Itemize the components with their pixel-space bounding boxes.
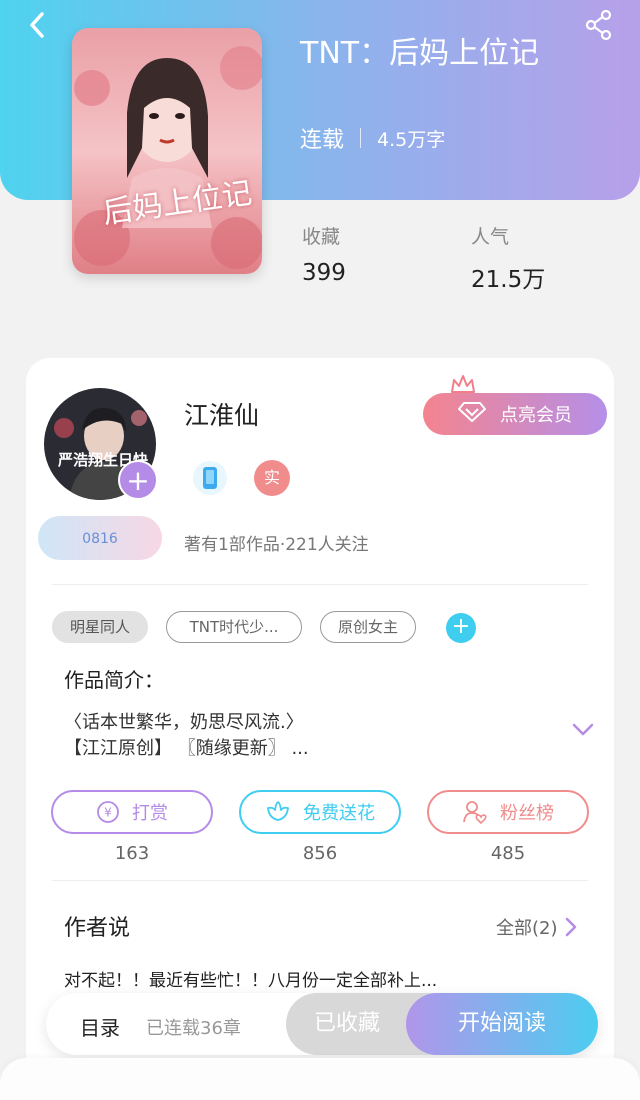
tag-item[interactable]: TNT时代少... [166,611,302,643]
fan-ranking-button[interactable]: 粉丝榜 [427,790,589,834]
fan-badge: 0816 [38,516,162,560]
author-say-all-label: 全部(2) [496,918,558,939]
diamond-icon [458,401,486,428]
svg-text:¥: ¥ [104,806,112,820]
divider [52,584,588,585]
chapter-count[interactable]: 已连载36章 [146,1014,241,1040]
chevron-down-icon [572,723,594,736]
vip-button[interactable]: 点亮会员 [423,393,607,435]
share-button[interactable] [582,8,616,42]
tag-item[interactable]: 明星同人 [52,611,148,643]
word-count: 4.5万字 [377,128,446,151]
chevron-right-icon [564,917,578,937]
catalog-button[interactable]: 目录 [80,1012,120,1041]
book-status-row: 连载 4.5万字 [300,122,445,154]
real-name-badge: 实 [254,460,290,496]
serial-status: 连载 [300,128,345,153]
cover-image [72,28,262,274]
follow-author-button[interactable]: + [118,460,158,500]
tip-button-label: 打赏 [132,803,168,824]
intro-title: 作品简介： [64,668,164,692]
fan-ranking-label: 粉丝榜 [500,803,554,824]
start-reading-button[interactable]: 开始阅读 [406,993,598,1055]
book-title: TNT：后妈上位记 [300,36,540,71]
tip-button[interactable]: ¥ 打赏 [51,790,213,834]
intro-line-2: 【江江原创】 〖随缘更新〗 ... [64,738,309,759]
author-say-text[interactable]: 对不起！！最近有些忙！！八月份一定全部补上... [64,966,437,991]
chevron-left-icon [30,12,44,38]
expand-intro-button[interactable] [572,722,594,738]
send-flower-button[interactable]: 免费送花 [239,790,401,834]
favorites-value: 399 [302,260,346,286]
author-meta: 著有1部作品·221人关注 [184,535,369,555]
fan-count: 485 [490,843,526,864]
tip-count: 163 [114,843,150,864]
tag-item[interactable]: 原创女主 [320,611,416,643]
phone-verified-badge [192,460,228,496]
popularity-label: 人气 [471,226,510,248]
back-button[interactable] [22,8,56,42]
author-say-all-link[interactable]: 全部(2) [496,914,578,940]
flower-icon [265,800,291,824]
bottom-sheet-edge [0,1058,640,1100]
popularity-value: 21.5万 [471,267,546,293]
favorites-label: 收藏 [302,226,341,248]
add-tag-button[interactable]: + [446,613,476,643]
book-cover[interactable]: 后妈上位记 [72,28,262,274]
phone-icon [193,461,227,495]
author-say-title: 作者说 [64,916,131,941]
coin-icon: ¥ [96,800,120,824]
send-flower-label: 免费送花 [303,803,375,824]
status-divider [360,128,362,148]
vip-button-label: 点亮会员 [500,405,572,426]
intro-line-1: 〈话本世繁华，奶思尽风流.〉 [64,712,304,733]
user-heart-icon [462,799,488,825]
author-name: 江淮仙 [184,401,260,430]
share-icon [585,9,612,41]
divider [52,880,588,881]
flower-count: 856 [302,843,338,864]
